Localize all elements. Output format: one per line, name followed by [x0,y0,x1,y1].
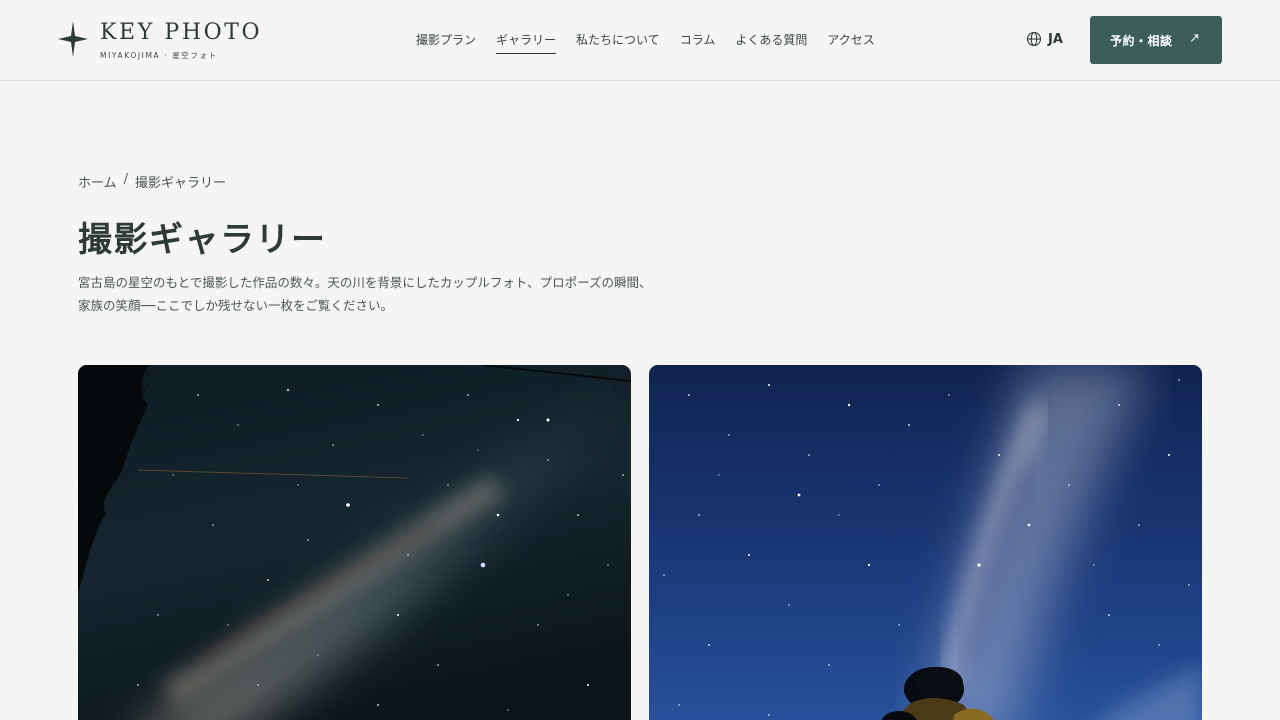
couple-under-milky-way-photo [649,365,1202,720]
nav-item-faq[interactable]: よくある質問 [725,29,817,51]
language-label: JA [1048,31,1063,47]
gallery-card-milky-way[interactable] [78,365,631,720]
logo-text: KEY PHOTO MIYAKOJIMA · 星空フォト [100,20,262,61]
site-header: KEY PHOTO MIYAKOJIMA · 星空フォト 撮影プラン ギャラリー… [0,0,1280,81]
logo-title: KEY PHOTO [100,20,263,45]
breadcrumb-separator: / [123,172,129,187]
cta-label: 予約・相談 [1110,33,1173,48]
description-line-2: 家族の笑顔──ここでしか残せない一枚をご覧ください。 [78,298,394,313]
page-description: 宮古島の星空のもとで撮影した作品の数々。天の川を背景にしたカップルフォト、プロポ… [78,271,758,317]
reserve-consult-button[interactable]: 予約・相談 ↗ [1090,16,1222,64]
breadcrumb-current: 撮影ギャラリー [135,176,227,191]
nav-item-access[interactable]: アクセス [817,29,884,51]
nav-item-gallery[interactable]: ギャラリー [486,29,566,54]
sparkle-star-icon [58,21,88,57]
globe-icon [1026,31,1042,47]
breadcrumb: ホーム / 撮影ギャラリー [78,172,226,191]
nav-item-column[interactable]: コラム [670,29,726,51]
logo-subtitle: MIYAKOJIMA · 星空フォト [100,51,218,60]
gallery-card-couple-milky-way[interactable] [649,365,1202,720]
main-nav: 撮影プラン ギャラリー 私たちについて コラム よくある質問 アクセス [406,29,885,54]
breadcrumb-home-link[interactable]: ホーム [78,172,117,191]
language-switcher[interactable]: JA [1026,31,1063,47]
milky-way-with-trees-photo [78,365,631,720]
nav-item-about[interactable]: 私たちについて [566,29,670,51]
logo[interactable]: KEY PHOTO MIYAKOJIMA · 星空フォト [58,20,262,61]
page-title: 撮影ギャラリー [78,220,327,260]
nav-item-plans[interactable]: 撮影プラン [406,29,486,51]
external-arrow-icon: ↗ [1189,31,1200,46]
description-line-1: 宮古島の星空のもとで撮影した作品の数々。天の川を背景にしたカップルフォト、プロポ… [78,275,652,290]
